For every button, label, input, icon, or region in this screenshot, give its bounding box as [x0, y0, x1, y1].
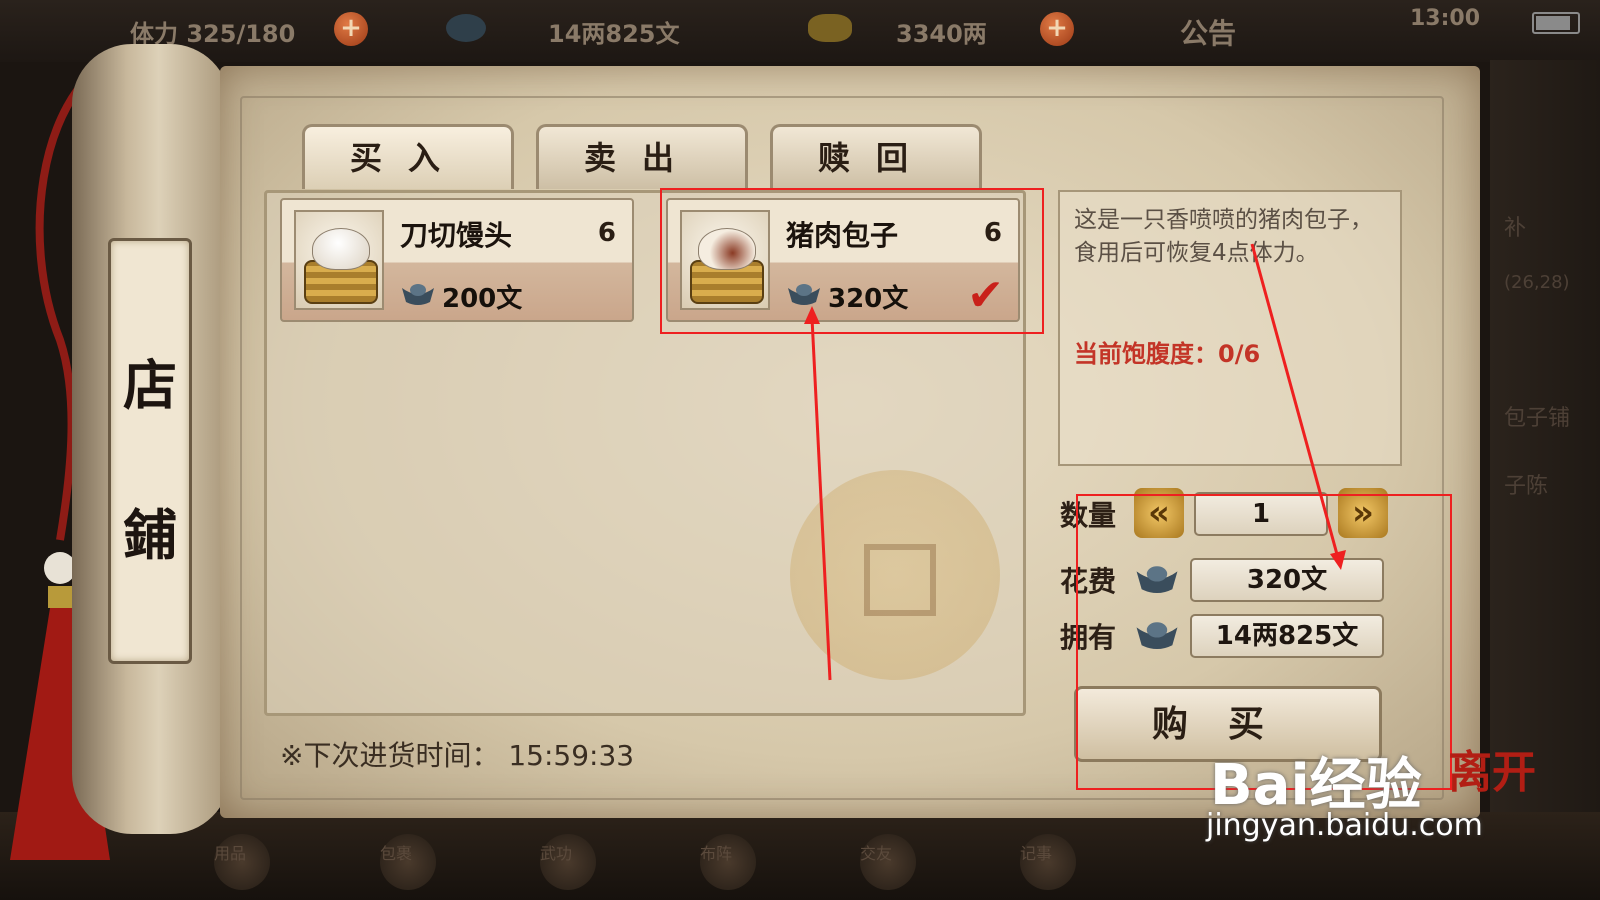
baidu-watermark-url: jingyan.baidu.com	[1206, 808, 1483, 843]
exit-button[interactable]: 离开	[1448, 736, 1536, 800]
